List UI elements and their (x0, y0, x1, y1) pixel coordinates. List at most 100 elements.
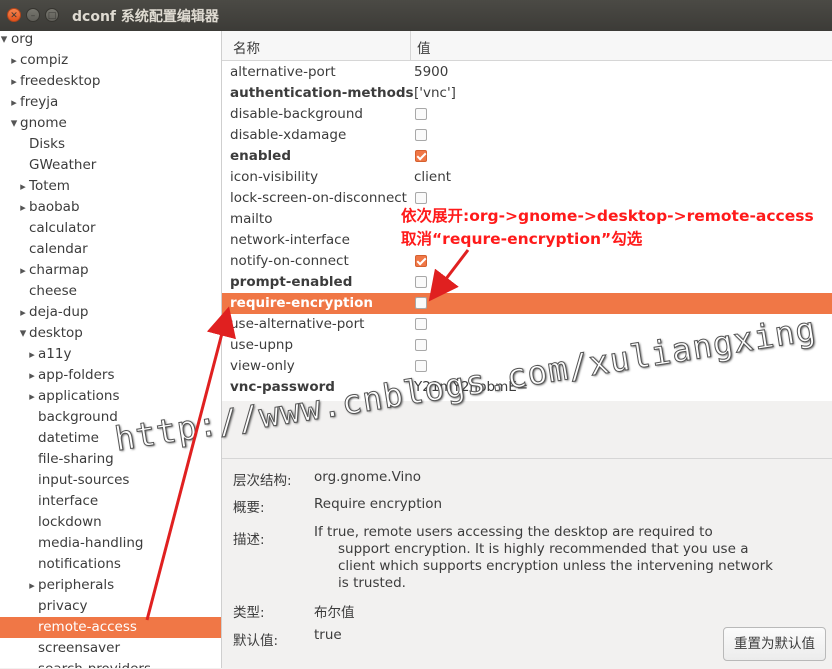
column-separator (410, 31, 411, 60)
collapsed-arrow-icon[interactable]: ▸ (27, 386, 37, 407)
tree-item-app-folders[interactable]: ▸ app-folders (0, 365, 221, 386)
expanded-arrow-icon[interactable]: ▾ (9, 113, 19, 134)
tree-item-label: notifications (38, 556, 121, 572)
key-row-disable-background[interactable]: disable-background (222, 104, 832, 125)
tree-item-label: cheese (29, 283, 77, 299)
key-row-prompt-enabled[interactable]: prompt-enabled (222, 272, 832, 293)
tree-item-media-handling[interactable]: media-handling (0, 533, 221, 554)
minimize-icon[interactable]: – (26, 8, 40, 22)
column-name-header[interactable]: 名称 (233, 37, 260, 57)
tree-item-gnome[interactable]: ▾ gnome (0, 113, 221, 134)
key-row-require-encryption[interactable]: require-encryption (222, 293, 832, 314)
tree-item-peripherals[interactable]: ▸ peripherals (0, 575, 221, 596)
collapsed-arrow-icon[interactable]: ▸ (18, 197, 28, 218)
key-name: enabled (230, 148, 291, 164)
key-name: notify-on-connect (230, 253, 349, 269)
tree-item-remote-access[interactable]: remote-access (0, 617, 221, 638)
tree-item-label: desktop (29, 325, 83, 341)
tree-item-privacy[interactable]: privacy (0, 596, 221, 617)
value-checkbox[interactable] (415, 150, 427, 162)
tree-item-interface[interactable]: interface (0, 491, 221, 512)
default-value: true (314, 627, 342, 643)
tree-item-applications[interactable]: ▸ applications (0, 386, 221, 407)
key-row-notify-on-connect[interactable]: notify-on-connect (222, 251, 832, 272)
key-name: view-only (230, 358, 295, 374)
expanded-arrow-icon[interactable]: ▾ (18, 323, 28, 344)
tree-item-label: remote-access (38, 619, 137, 635)
key-value[interactable]: client (414, 167, 451, 188)
collapsed-arrow-icon[interactable]: ▸ (18, 176, 28, 197)
tree-item-a11y[interactable]: ▸ a11y (0, 344, 221, 365)
value-checkbox[interactable] (415, 108, 427, 120)
value-checkbox[interactable] (415, 276, 427, 288)
tree-item-org[interactable]: ▾ org (0, 31, 221, 50)
tree-item-freyja[interactable]: ▸ freyja (0, 92, 221, 113)
tree-item-label: background (38, 409, 118, 425)
tree-item-label: applications (38, 388, 120, 404)
description-line: If true, remote users accessing the desk… (314, 524, 713, 540)
maximize-icon[interactable]: □ (45, 8, 59, 22)
close-icon[interactable]: ✕ (7, 8, 21, 22)
key-name: mailto (230, 211, 273, 227)
type-label: 类型: (233, 605, 265, 621)
tree-item-cheese[interactable]: cheese (0, 281, 221, 302)
details-panel: 层次结构: org.gnome.Vino 概要: Require encrypt… (222, 458, 832, 669)
column-value-header[interactable]: 值 (417, 37, 431, 57)
tree-item-label: compiz (20, 52, 69, 68)
tree-item-calendar[interactable]: calendar (0, 239, 221, 260)
collapsed-arrow-icon[interactable]: ▸ (27, 344, 37, 365)
title-bar: ✕ – □ dconf 系统配置编辑器 (0, 0, 832, 31)
tree-item-desktop[interactable]: ▾ desktop (0, 323, 221, 344)
key-row-enabled[interactable]: enabled (222, 146, 832, 167)
key-name: prompt-enabled (230, 274, 353, 290)
key-row-alternative-port[interactable]: alternative-port 5900 (222, 62, 832, 83)
tree-item-Totem[interactable]: ▸ Totem (0, 176, 221, 197)
key-value[interactable]: 5900 (414, 62, 448, 83)
collapsed-arrow-icon[interactable]: ▸ (18, 302, 28, 323)
key-name: disable-background (230, 106, 363, 122)
tree-item-label: media-handling (38, 535, 144, 551)
tree-item-label: interface (38, 493, 99, 509)
tree-item-baobab[interactable]: ▸ baobab (0, 197, 221, 218)
tree-item-label: a11y (38, 346, 72, 362)
schema-tree[interactable]: ▾ org ▸ compiz ▸ freedesktop ▸ freyja ▾ gnome Disk… (0, 31, 222, 668)
reset-to-default-button[interactable]: 重置为默认值 (723, 627, 826, 661)
collapsed-arrow-icon[interactable]: ▸ (9, 50, 19, 71)
tree-item-deja-dup[interactable]: ▸ deja-dup (0, 302, 221, 323)
collapsed-arrow-icon[interactable]: ▸ (27, 575, 37, 596)
tree-item-compiz[interactable]: ▸ compiz (0, 50, 221, 71)
value-checkbox[interactable] (415, 255, 427, 267)
tree-item-notifications[interactable]: notifications (0, 554, 221, 575)
key-row-disable-xdamage[interactable]: disable-xdamage (222, 125, 832, 146)
tree-item-label: GWeather (29, 157, 97, 173)
expanded-arrow-icon[interactable]: ▾ (0, 31, 9, 50)
key-value[interactable]: ['vnc'] (414, 83, 456, 104)
schema-value: org.gnome.Vino (314, 469, 422, 485)
collapsed-arrow-icon[interactable]: ▸ (9, 92, 19, 113)
tree-item-file-sharing[interactable]: file-sharing (0, 449, 221, 470)
value-checkbox[interactable] (415, 297, 427, 309)
value-checkbox[interactable] (415, 129, 427, 141)
key-row-icon-visibility[interactable]: icon-visibility client (222, 167, 832, 188)
tree-item-Disks[interactable]: Disks (0, 134, 221, 155)
collapsed-arrow-icon[interactable]: ▸ (18, 260, 28, 281)
collapsed-arrow-icon[interactable]: ▸ (9, 71, 19, 92)
value-checkbox[interactable] (415, 339, 427, 351)
tree-item-screensaver[interactable]: screensaver (0, 638, 221, 659)
tree-item-input-sources[interactable]: input-sources (0, 470, 221, 491)
tree-item-GWeather[interactable]: GWeather (0, 155, 221, 176)
tree-item-calculator[interactable]: calculator (0, 218, 221, 239)
tree-item-freedesktop[interactable]: ▸ freedesktop (0, 71, 221, 92)
tree-item-label: calculator (29, 220, 96, 236)
value-checkbox[interactable] (415, 318, 427, 330)
tree-item-search-providers[interactable]: search-providers (0, 659, 221, 668)
tree-item-lockdown[interactable]: lockdown (0, 512, 221, 533)
collapsed-arrow-icon[interactable]: ▸ (27, 365, 37, 386)
tree-item-label: deja-dup (29, 304, 89, 320)
tree-item-label: peripherals (38, 577, 115, 593)
tree-item-charmap[interactable]: ▸ charmap (0, 260, 221, 281)
description-label: 描述: (233, 532, 265, 548)
tree-item-label: screensaver (38, 640, 121, 656)
key-row-authentication-methods[interactable]: authentication-methods ['vnc'] (222, 83, 832, 104)
value-checkbox[interactable] (415, 192, 427, 204)
